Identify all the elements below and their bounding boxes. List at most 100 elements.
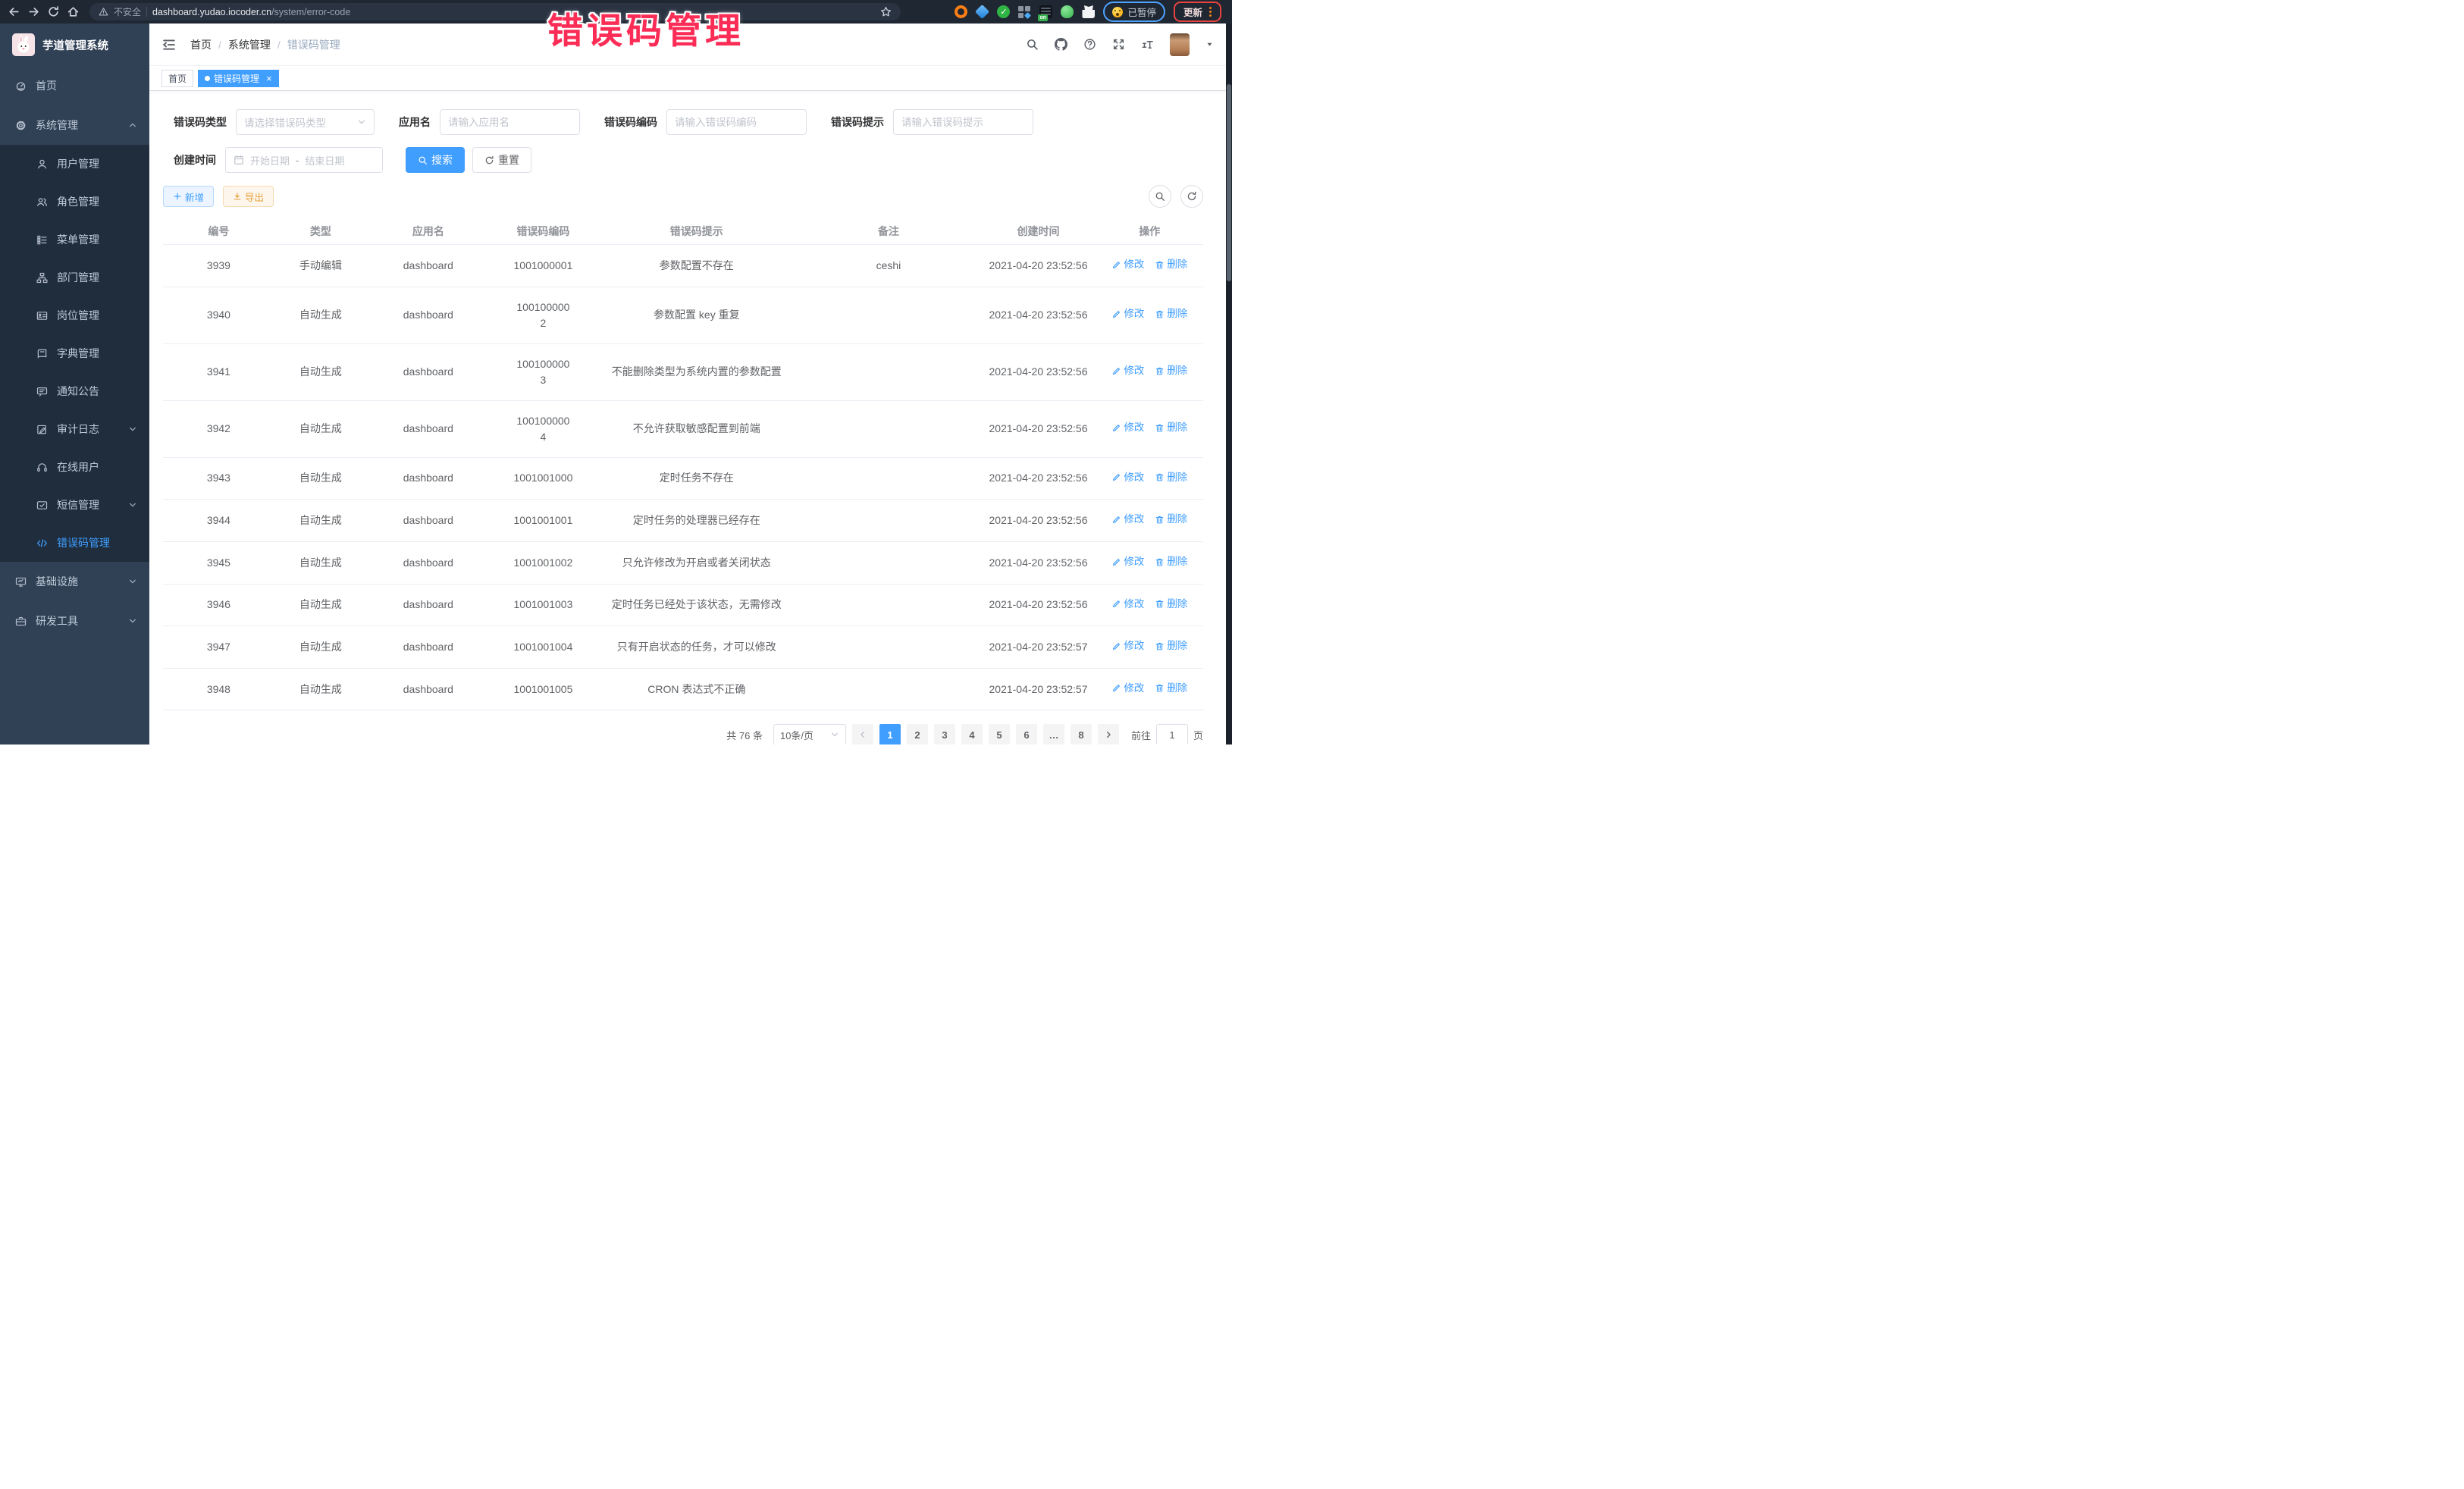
toggle-search-button[interactable] — [1149, 185, 1171, 208]
edit-link[interactable]: 修改 — [1111, 363, 1144, 378]
reset-button[interactable]: 重置 — [472, 147, 531, 173]
breadcrumb-system[interactable]: 系统管理 — [228, 37, 287, 52]
close-icon[interactable] — [266, 74, 272, 83]
sidebar-item-user[interactable]: 用户管理 — [0, 145, 149, 183]
extension-puzzle-icon[interactable] — [1082, 5, 1095, 18]
fullscreen-icon[interactable] — [1112, 38, 1125, 51]
browser-home-icon[interactable] — [67, 5, 80, 18]
header-search-icon[interactable] — [1026, 38, 1039, 51]
error-code-table: 编号 类型 应用名 错误码编码 错误码提示 备注 创建时间 操作 3939手动编… — [163, 218, 1203, 710]
scrollbar-thumb[interactable] — [1227, 84, 1231, 281]
sidebar-item-dict[interactable]: 字典管理 — [0, 334, 149, 372]
extension-green-check-icon[interactable]: ✓ — [997, 5, 1010, 18]
page-button-3[interactable]: 3 — [934, 724, 955, 744]
app-name-input[interactable] — [440, 109, 580, 135]
page-button-6[interactable]: 6 — [1016, 724, 1037, 744]
extension-orange-ring-icon[interactable] — [955, 5, 967, 18]
page-button-8[interactable]: 8 — [1071, 724, 1092, 744]
sidebar-item-audit[interactable]: 审计日志 — [0, 410, 149, 448]
app-logo[interactable]: 芋道管理系统 — [0, 24, 149, 66]
delete-link[interactable]: 删除 — [1155, 306, 1187, 321]
refresh-table-button[interactable] — [1180, 185, 1203, 208]
breadcrumb-home[interactable]: 首页 — [190, 37, 228, 52]
search-button[interactable]: 搜索 — [406, 147, 465, 173]
avatar-caret-down-icon[interactable] — [1205, 40, 1214, 49]
delete-link[interactable]: 删除 — [1155, 470, 1187, 485]
sidebar-item-dept[interactable]: 部门管理 — [0, 259, 149, 296]
bookmark-star-icon[interactable] — [880, 6, 892, 17]
user-avatar[interactable] — [1170, 33, 1190, 56]
error-type-select[interactable]: 请选择错误码类型 — [236, 109, 375, 135]
sidebar-item-online[interactable]: 在线用户 — [0, 448, 149, 486]
delete-link[interactable]: 删除 — [1155, 638, 1187, 654]
window-scrollbar[interactable] — [1226, 24, 1232, 744]
edit-link[interactable]: 修改 — [1111, 257, 1144, 272]
row-actions: 修改删除 — [1096, 541, 1203, 584]
prev-page-button[interactable] — [852, 724, 873, 744]
next-page-button[interactable] — [1098, 724, 1119, 744]
sidebar-item-home[interactable]: 首页 — [0, 66, 149, 105]
extension-grid-icon[interactable] — [1018, 5, 1031, 19]
kebab-menu-icon[interactable] — [1209, 7, 1212, 17]
edit-link[interactable]: 修改 — [1111, 512, 1144, 527]
help-icon[interactable] — [1083, 38, 1096, 51]
page-button-4[interactable]: 4 — [961, 724, 983, 744]
export-button[interactable]: 导出 — [223, 186, 274, 207]
browser-forward-icon[interactable] — [27, 5, 40, 18]
delete-link[interactable]: 删除 — [1155, 681, 1187, 696]
sidebar-item-role[interactable]: 角色管理 — [0, 183, 149, 221]
edit-link[interactable]: 修改 — [1111, 420, 1144, 435]
sidebar-item-post[interactable]: 岗位管理 — [0, 296, 149, 334]
extension-blue-gem-icon[interactable] — [975, 5, 989, 19]
edit-link[interactable]: 修改 — [1111, 470, 1144, 485]
error-msg-input[interactable] — [893, 109, 1033, 135]
row-id: 3942 — [163, 400, 274, 457]
extension-mascot-icon[interactable] — [1061, 5, 1074, 18]
edit-link[interactable]: 修改 — [1111, 306, 1144, 321]
browser-reload-icon[interactable] — [47, 5, 60, 18]
download-icon — [233, 192, 242, 201]
sidebar-item-infra[interactable]: 基础设施 — [0, 562, 149, 601]
github-icon[interactable] — [1055, 38, 1067, 51]
delete-link[interactable]: 删除 — [1155, 512, 1187, 527]
pager-ellipsis[interactable]: … — [1043, 724, 1064, 744]
sidebar-item-menu[interactable]: 菜单管理 — [0, 221, 149, 259]
page-button-1[interactable]: 1 — [879, 724, 901, 744]
sidebar-item-errcode[interactable]: 错误码管理 — [0, 524, 149, 562]
row-code: 1001001003 — [490, 584, 597, 626]
delete-link[interactable]: 删除 — [1155, 597, 1187, 612]
edit-link[interactable]: 修改 — [1111, 681, 1144, 696]
tag-home[interactable]: 首页 — [161, 70, 193, 87]
sidebar-fold-icon[interactable] — [161, 37, 177, 52]
paused-extension-pill[interactable]: 已暂停 — [1103, 2, 1165, 22]
error-code-input[interactable] — [666, 109, 807, 135]
total-count: 共 76 条 — [726, 728, 763, 742]
message-check-icon — [36, 500, 48, 511]
delete-link[interactable]: 删除 — [1155, 554, 1187, 569]
delete-link[interactable]: 删除 — [1155, 363, 1187, 378]
goto-page-input[interactable] — [1156, 724, 1188, 744]
col-msg: 错误码提示 — [597, 218, 796, 245]
delete-link[interactable]: 删除 — [1155, 420, 1187, 435]
row-memo — [797, 668, 981, 710]
page-button-5[interactable]: 5 — [989, 724, 1010, 744]
edit-link[interactable]: 修改 — [1111, 597, 1144, 612]
add-button[interactable]: 新增 — [163, 186, 214, 207]
edit-link[interactable]: 修改 — [1111, 638, 1144, 654]
browser-update-button[interactable]: 更新 — [1174, 2, 1221, 22]
sidebar-item-system[interactable]: 系统管理 — [0, 105, 149, 145]
extension-list-icon[interactable]: on — [1039, 5, 1052, 18]
tag-error-code[interactable]: 错误码管理 — [198, 70, 279, 87]
sidebar-item-notice[interactable]: 通知公告 — [0, 372, 149, 410]
delete-link[interactable]: 删除 — [1155, 257, 1187, 272]
address-bar[interactable]: 不安全 dashboard.yudao.iocoder.cn/system/er… — [89, 3, 901, 20]
sidebar-item-devtools[interactable]: 研发工具 — [0, 601, 149, 641]
page-button-2[interactable]: 2 — [907, 724, 928, 744]
font-size-icon[interactable] — [1141, 38, 1154, 51]
browser-back-icon[interactable] — [8, 5, 20, 18]
sidebar-item-sms[interactable]: 短信管理 — [0, 486, 149, 524]
date-range-picker[interactable]: 开始日期 - 结束日期 — [225, 147, 383, 173]
end-date-placeholder: 结束日期 — [305, 153, 344, 168]
edit-link[interactable]: 修改 — [1111, 554, 1144, 569]
page-size-select[interactable]: 10条/页 — [773, 724, 846, 744]
